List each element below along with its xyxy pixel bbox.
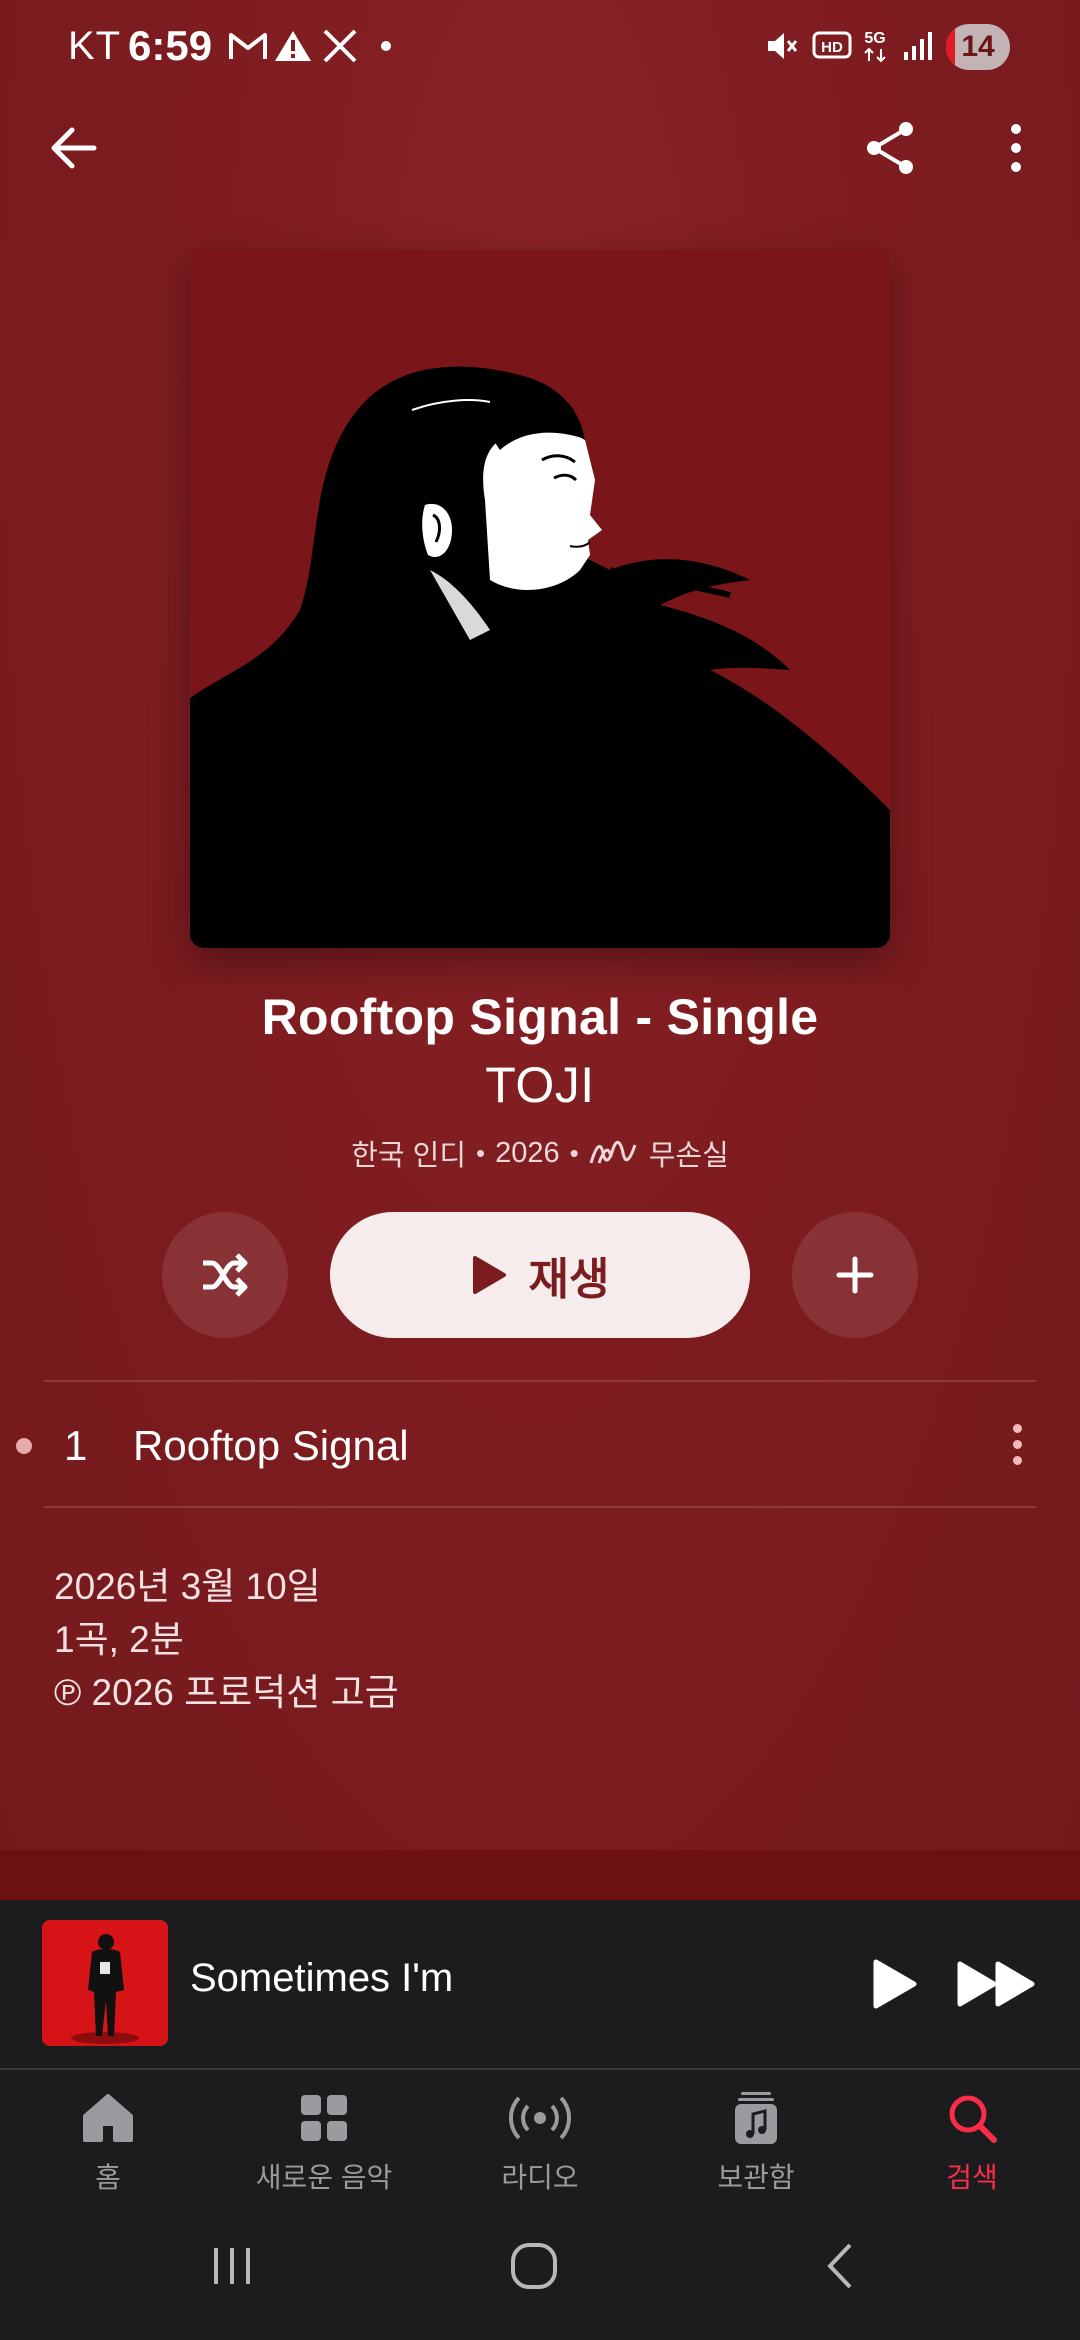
track-count-duration: 1곡, 2분 [54,1619,184,1660]
x-app-icon [322,26,358,66]
album-genre: 한국 인디 [351,1140,466,1172]
network-type-text: 5G [864,30,885,47]
shuffle-icon [203,1253,248,1297]
meta-separator: • [569,1137,579,1168]
notification-dot-icon [380,26,392,66]
now-playing-dot [16,1438,32,1454]
play-icon [472,1256,506,1294]
fast-forward-icon [957,1961,1035,2007]
system-nav-bar [0,2200,1080,2340]
search-icon [949,2095,997,2143]
content-bottom-edge [0,1850,1080,1900]
chevron-left-icon [827,2243,852,2289]
more-dot [1012,1455,1022,1465]
mini-play-button[interactable] [862,1940,926,2028]
gmail-icon [228,26,268,66]
album-cover-illustration [190,250,890,948]
battery-indicator: 14 [946,24,1010,70]
mini-player-title: Sometimes I'm [190,1956,454,2000]
tab-home[interactable]: 홈 [0,2088,216,2198]
play-icon [873,1959,917,2009]
status-bar: KT 6:59 HD 5G 14 [0,0,1080,96]
album-artwork [190,250,890,948]
track-more-button[interactable] [1000,1412,1034,1476]
album-artist-link[interactable]: TOJI [0,1056,1080,1114]
status-clock: 6:59 [128,22,213,69]
audio-quality-badge: 무손실 [648,1140,729,1172]
album-title: Rooftop Signal - Single [261,989,819,1045]
system-back-button[interactable] [800,2236,880,2296]
back-button[interactable] [42,116,106,180]
shuffle-button[interactable] [162,1212,288,1338]
tab-new-music[interactable]: 새로운 음악 [216,2088,432,2198]
divider [44,1380,1036,1382]
home-button[interactable] [494,2236,574,2296]
release-date: 2026년 3월 10일 [54,1566,321,1607]
divider [44,1506,1036,1508]
share-button[interactable] [858,116,922,180]
plus-icon [836,1256,874,1294]
tab-library[interactable]: 보관함 [648,2088,864,2198]
network-5g-icon: 5G [858,26,892,66]
album-meta: 한국 인디 • 2026 • 무손실 [0,1132,1080,1174]
tab-home-label: 홈 [95,2162,121,2193]
library-icon [735,2092,777,2144]
mute-icon [764,26,800,66]
more-dot [1012,1423,1022,1433]
track-number: 1 [64,1422,88,1469]
tab-search-label: 검색 [946,2162,998,2193]
tab-radio[interactable]: 라디오 [432,2088,648,2198]
track-row[interactable]: 1 Rooftop Signal [0,1384,1080,1506]
album-year: 2026 [495,1136,560,1169]
lossless-icon [589,1140,637,1164]
tab-library-label: 보관함 [717,2162,795,2193]
carrier-label: KT [68,24,122,68]
mini-player-artwork [42,1920,168,2046]
more-vertical-icon [1011,124,1021,172]
copyright-line: ℗ 2026 프로덕션 고금 [54,1672,399,1713]
meta-separator: • [476,1137,486,1168]
release-info: 2026년 3월 10일 1곡, 2분 ℗ 2026 프로덕션 고금 [54,1560,399,1719]
home-icon [83,2094,133,2142]
radio-icon [509,2096,571,2140]
tab-radio-label: 라디오 [501,2162,579,2193]
recent-apps-icon [214,2248,250,2284]
mini-next-button[interactable] [954,1940,1040,2028]
play-button-label: 재생 [528,1255,610,1304]
arrow-left-icon [51,127,97,169]
more-dot [1012,1439,1022,1449]
track-title: Rooftop Signal [133,1422,409,1469]
add-to-library-button[interactable] [792,1212,918,1338]
signal-icon [902,26,934,66]
hd-voice-icon: HD [812,26,852,66]
more-options-button[interactable] [984,116,1048,180]
tab-new-music-label: 새로운 음악 [255,2162,393,2193]
recent-apps-button[interactable] [192,2236,272,2296]
play-button[interactable]: 재생 [330,1212,750,1338]
share-icon [867,122,913,174]
tab-bar: 홈 새로운 음악 라디오 보관함 검색 [0,2070,1080,2200]
mini-artwork-figure [42,1920,168,2046]
hd-text: HD [821,39,843,56]
warning-icon [274,26,312,66]
battery-level: 14 [961,30,995,63]
tab-search[interactable]: 검색 [864,2088,1080,2198]
mini-player[interactable]: Sometimes I'm [0,1900,1080,2068]
home-circle-icon [511,2243,557,2289]
grid-icon [301,2095,347,2141]
